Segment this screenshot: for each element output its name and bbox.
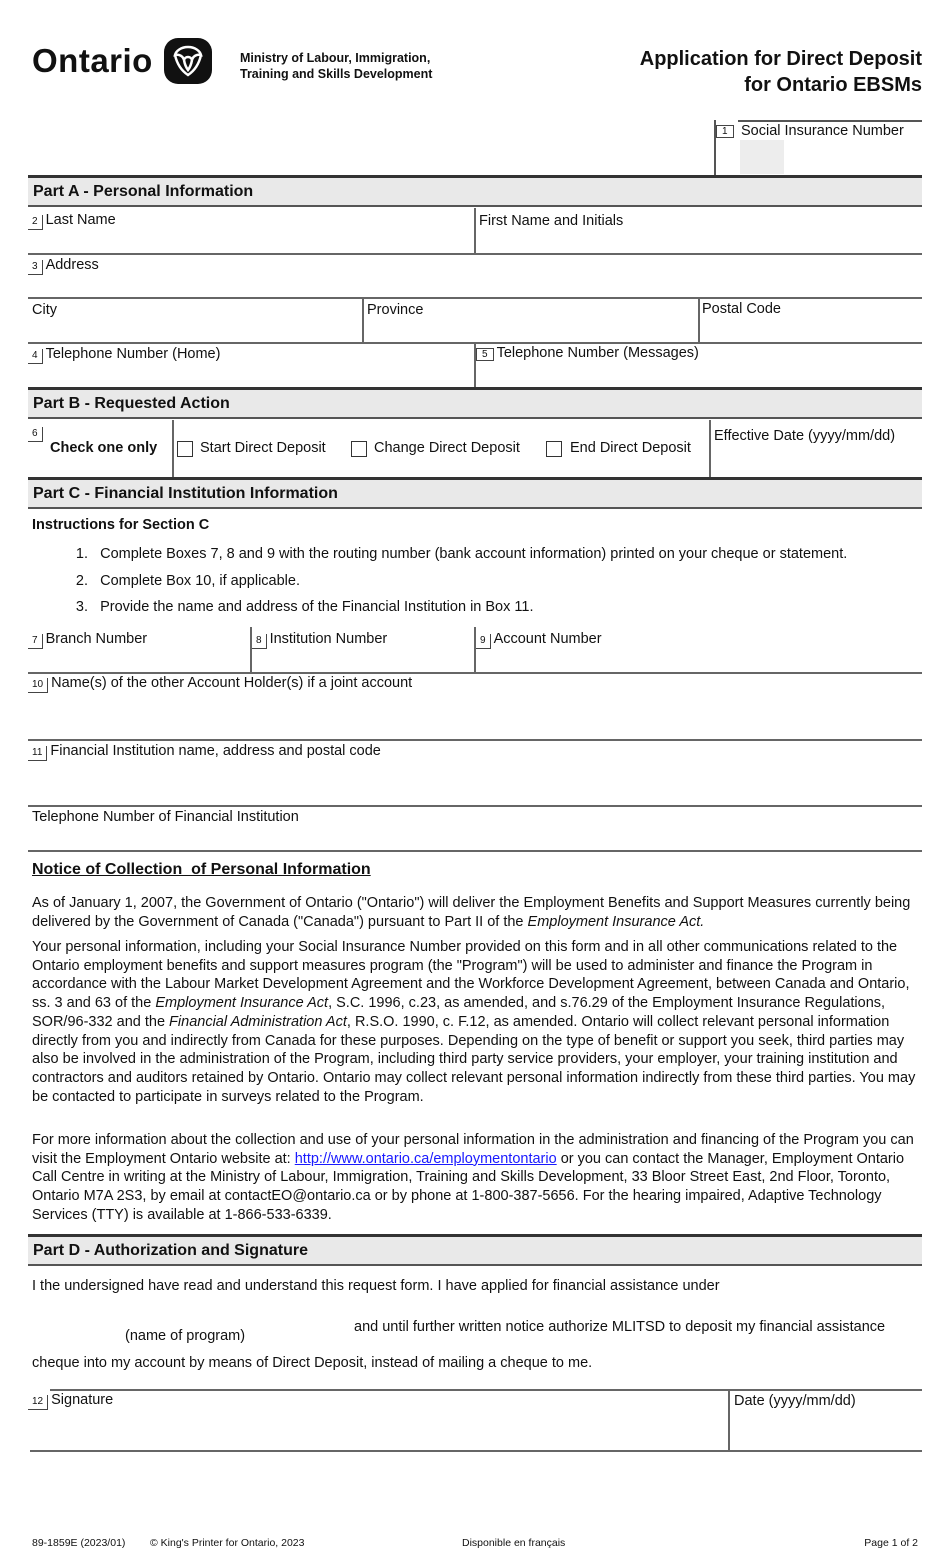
- authorization-line-1: I the undersigned have read and understa…: [32, 1278, 720, 1294]
- province-input[interactable]: [366, 320, 698, 342]
- form-title-line-2: for Ontario EBSMs: [744, 74, 922, 96]
- institution-number-label: 8 Institution Number: [252, 631, 387, 649]
- signature-field[interactable]: [30, 1412, 724, 1448]
- first-name-label: First Name and Initials: [479, 213, 624, 229]
- divider: [362, 297, 364, 343]
- trillium-logo-icon: [164, 38, 212, 84]
- divider: [28, 672, 922, 674]
- divider: [28, 850, 922, 852]
- instruction-item: 2. Complete Box 10, if applicable.: [75, 573, 300, 589]
- start-direct-deposit-label: Start Direct Deposit: [200, 440, 326, 456]
- divider: [28, 739, 922, 741]
- phone-home-label: 4 Telephone Number (Home): [28, 346, 220, 364]
- signature-date-label: Date (yyyy/mm/dd): [734, 1393, 856, 1409]
- french-availability: Disponible en français: [462, 1537, 566, 1549]
- divider: [172, 420, 174, 478]
- notice-paragraph-1: As of January 1, 2007, the Government of…: [32, 895, 911, 930]
- postal-code-label: Postal Code: [702, 301, 781, 317]
- phone-messages-input[interactable]: [480, 364, 924, 386]
- last-name-input[interactable]: [30, 230, 474, 252]
- divider: [709, 420, 711, 478]
- fi-phone-input[interactable]: [30, 828, 924, 850]
- joint-holders-input[interactable]: [30, 700, 924, 736]
- change-direct-deposit-checkbox[interactable]: [351, 441, 367, 457]
- postal-code-input[interactable]: [702, 320, 924, 342]
- check-number: 6: [28, 423, 43, 442]
- signature-label: 12 Signature: [28, 1392, 113, 1410]
- sin-input[interactable]: [742, 142, 922, 174]
- notice-paragraph-3: For more information about the collectio…: [32, 1132, 914, 1223]
- notice-title: Notice of Collection of Personal Informa…: [32, 861, 371, 878]
- ministry-line-2: Training and Skills Development: [240, 67, 433, 81]
- divider: [28, 297, 922, 299]
- phone-home-input[interactable]: [30, 364, 474, 386]
- form-number: 89-1859E (2023/01): [32, 1537, 126, 1549]
- divider: [28, 805, 922, 807]
- page-number: Page 1 of 2: [864, 1537, 918, 1549]
- city-input[interactable]: [30, 320, 362, 342]
- institution-number-input[interactable]: [254, 650, 474, 672]
- fi-phone-label: Telephone Number of Financial Institutio…: [32, 809, 299, 825]
- ontario-logo-wordmark: Ontario: [32, 42, 153, 79]
- employment-ontario-link[interactable]: http://www.ontario.ca/employmentontario: [295, 1151, 557, 1167]
- phone-messages-label: 5 Telephone Number (Messages): [476, 345, 699, 362]
- province-label: Province: [367, 302, 424, 318]
- instruction-item: 3. Provide the name and address of the F…: [75, 599, 534, 615]
- first-name-input[interactable]: [480, 230, 924, 252]
- end-direct-deposit-checkbox[interactable]: [546, 441, 562, 457]
- divider: [698, 297, 700, 343]
- start-direct-deposit-checkbox[interactable]: [177, 441, 193, 457]
- part-c-header: Part C - Financial Institution Informati…: [28, 477, 922, 509]
- check-one-only-label: Check one only: [50, 440, 158, 456]
- address-label: 3 Address: [28, 257, 99, 275]
- program-name-caption: (name of program): [125, 1328, 246, 1344]
- authorization-line-3: cheque into my account by means of Direc…: [32, 1355, 593, 1371]
- account-number-label: 9 Account Number: [476, 631, 602, 649]
- form-title-line-1: Application for Direct Deposit: [639, 48, 922, 70]
- notice-paragraph-2: Your personal information, including you…: [32, 939, 916, 1105]
- part-a-header: Part A - Personal Information: [28, 175, 922, 207]
- divider: [738, 120, 922, 122]
- divider: [474, 208, 476, 254]
- address-input[interactable]: [30, 275, 924, 297]
- sin-number: 1: [716, 121, 734, 139]
- instruction-item: 1. Complete Boxes 7, 8 and 9 with the ro…: [75, 546, 848, 562]
- divider: [50, 1389, 922, 1391]
- copyright: © King's Printer for Ontario, 2023: [150, 1537, 305, 1549]
- ministry-name: Ministry of Labour, Immigration, Trainin…: [240, 50, 432, 82]
- effective-date-input[interactable]: [714, 450, 924, 474]
- joint-holders-label: 10 Name(s) of the other Account Holder(s)…: [28, 675, 412, 693]
- divider: [728, 1389, 730, 1451]
- form-title: Application for Direct Deposit for Ontar…: [640, 46, 922, 98]
- instructions-title: Instructions for Section C: [32, 517, 210, 533]
- signature-date-input[interactable]: [734, 1414, 924, 1446]
- last-name-label: 2 Last Name: [28, 212, 116, 230]
- end-direct-deposit-label: End Direct Deposit: [570, 440, 691, 456]
- city-label: City: [32, 302, 57, 318]
- program-name-input[interactable]: [32, 1302, 346, 1326]
- effective-date-label: Effective Date (yyyy/mm/dd): [714, 428, 896, 444]
- divider: [28, 253, 922, 255]
- ministry-line-1: Ministry of Labour, Immigration,: [240, 51, 431, 65]
- part-d-header: Part D - Authorization and Signature: [28, 1234, 922, 1266]
- sin-label: Social Insurance Number: [741, 123, 904, 139]
- branch-number-input[interactable]: [30, 650, 250, 672]
- fi-name-address-label: 11 Financial Institution name, address an…: [28, 743, 381, 761]
- change-direct-deposit-label: Change Direct Deposit: [374, 440, 520, 456]
- account-number-input[interactable]: [478, 650, 922, 672]
- branch-number-label: 7 Branch Number: [28, 631, 147, 649]
- authorization-line-2: and until further written notice authori…: [354, 1319, 886, 1335]
- part-b-header: Part B - Requested Action: [28, 387, 922, 419]
- divider: [30, 1450, 922, 1452]
- fi-name-address-input[interactable]: [30, 766, 924, 802]
